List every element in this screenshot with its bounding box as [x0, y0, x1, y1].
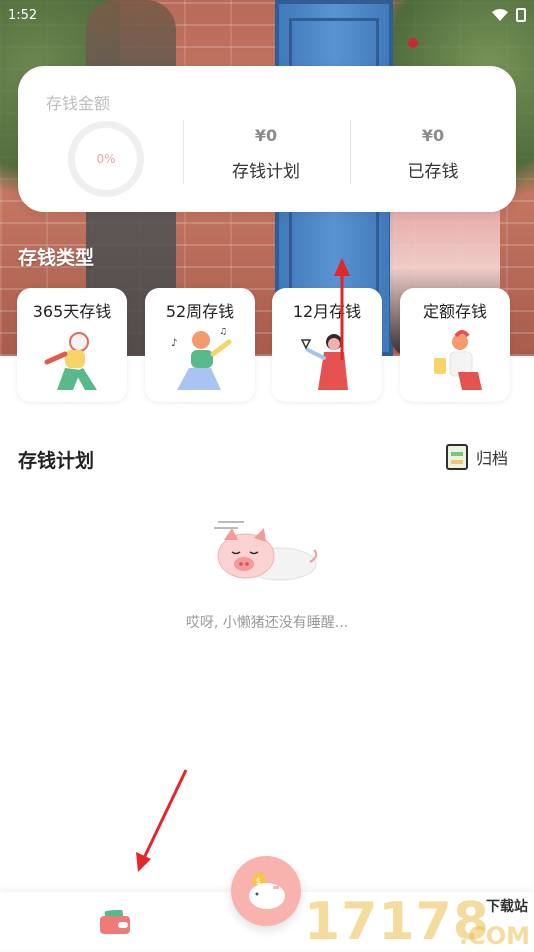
svg-text:♪: ♪ — [171, 338, 177, 349]
archive-cabinet-icon — [445, 444, 468, 470]
watermark-domain: .COM — [458, 922, 530, 950]
plan-stat[interactable]: ¥0 存钱计划 — [186, 126, 346, 182]
sleeping-pig-icon — [214, 521, 318, 581]
empty-state-message: 哎呀, 小懒猪还没有睡醒... — [185, 615, 349, 631]
battery-icon — [516, 8, 526, 22]
annotation-arrow-down — [136, 769, 188, 872]
savings-summary-card: 存钱金额 0% ¥0 存钱计划 ¥0 已存钱 — [18, 66, 516, 212]
type-card-label: 365天存钱 — [32, 302, 112, 321]
type-card-fixed-amount[interactable]: 定额存钱 — [400, 288, 510, 402]
person-with-money-icon — [434, 330, 482, 390]
person-singing-icon: ♪ ♫ — [171, 328, 232, 390]
types-section-title: 存钱类型 — [18, 247, 95, 269]
svg-text:♫: ♫ — [219, 328, 227, 337]
wallet-icon[interactable] — [100, 910, 130, 934]
divider — [350, 120, 351, 184]
plans-section-title: 存钱计划 — [18, 450, 95, 472]
status-time: 1:52 — [8, 7, 38, 23]
plan-label: 存钱计划 — [232, 162, 300, 182]
type-card-label: 52周存钱 — [165, 302, 235, 321]
summary-label: 存钱金额 — [46, 94, 111, 113]
watermark-subtitle: 下载站 — [486, 899, 528, 915]
type-card-52-weeks[interactable]: 52周存钱 ♪ ♫ — [145, 288, 255, 402]
plan-amount: ¥0 — [254, 126, 278, 145]
archive-label: 归档 — [475, 449, 508, 468]
saved-stat[interactable]: ¥0 已存钱 — [353, 126, 513, 182]
divider — [183, 120, 184, 184]
piggy-bank-icon: $ — [249, 873, 285, 909]
person-dancing-icon — [44, 332, 97, 390]
type-card-label: 12月存钱 — [292, 302, 362, 321]
wifi-icon — [492, 9, 508, 21]
status-icons — [492, 8, 526, 22]
type-card-12-months[interactable]: 12月存钱 — [272, 288, 382, 402]
progress-percent: 0% — [96, 152, 116, 166]
add-savings-fab[interactable]: $ — [231, 856, 301, 926]
type-card-label: 定额存钱 — [422, 302, 487, 321]
door-knob — [408, 38, 418, 48]
saved-label: 已存钱 — [407, 162, 459, 182]
progress-ring: 0% — [68, 121, 144, 197]
person-toasting-icon — [300, 334, 348, 390]
type-card-365-days[interactable]: 365天存钱 — [17, 288, 127, 402]
watermark-logo: 17178 下载站 .COM — [304, 890, 530, 952]
status-bar: 1:52 — [8, 4, 526, 26]
archive-button[interactable]: 归档 — [445, 444, 508, 470]
saved-amount: ¥0 — [421, 126, 445, 145]
